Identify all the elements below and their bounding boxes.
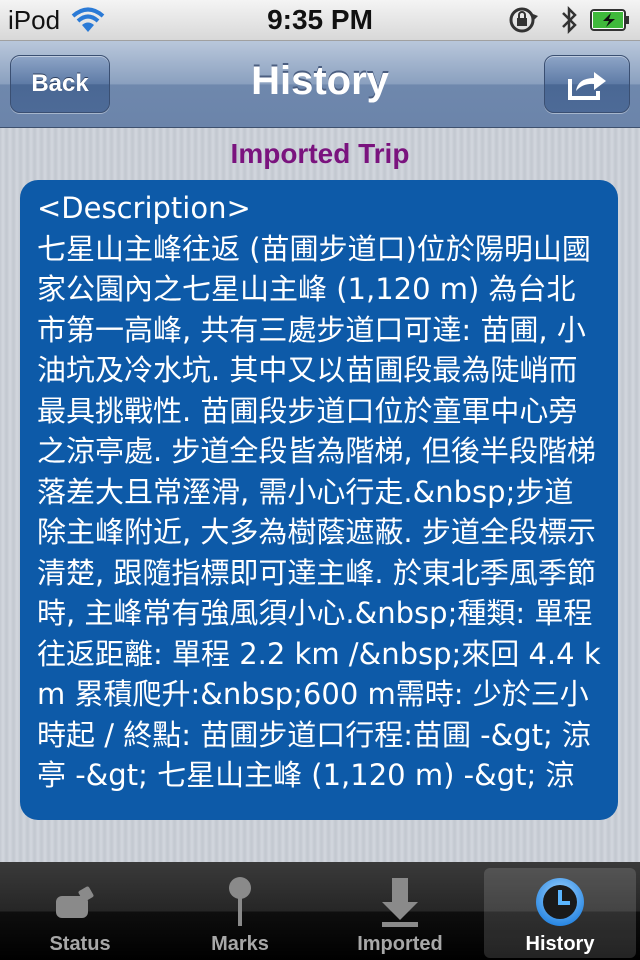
navigation-bar: Back History — [0, 41, 640, 128]
rotation-lock-icon — [509, 7, 538, 33]
content-area: Imported Trip <Description> 七星山主峰往返 (苗圃步… — [0, 128, 640, 862]
status-icon — [56, 886, 94, 918]
tab-marks[interactable]: Marks — [160, 862, 320, 960]
pin-icon — [229, 877, 251, 926]
section-title: Imported Trip — [230, 138, 410, 169]
tab-history[interactable]: History — [480, 862, 640, 960]
bluetooth-icon — [562, 5, 577, 35]
battery-icon — [590, 9, 629, 31]
tab-status[interactable]: Status — [0, 862, 160, 960]
download-arrow-icon — [382, 878, 418, 927]
share-button[interactable] — [544, 55, 630, 113]
status-time: 9:35 PM — [267, 4, 373, 35]
tab-label-status: Status — [49, 933, 111, 955]
description-text: <Description> 七星山主峰往返 (苗圃步道口)位於陽明山國家公園內之… — [37, 191, 601, 792]
description-text-view[interactable]: <Description> 七星山主峰往返 (苗圃步道口)位於陽明山國家公園內之… — [20, 180, 618, 820]
tab-bar: Status Marks Imported History — [0, 862, 640, 960]
clock-icon — [536, 878, 584, 926]
tab-imported[interactable]: Imported — [320, 862, 480, 960]
tab-label-marks: Marks — [211, 933, 269, 955]
tab-label-imported: Imported — [357, 933, 443, 955]
share-icon — [568, 72, 606, 100]
status-bar: iPod 9:35 PM — [0, 0, 640, 41]
tab-label-history: History — [525, 933, 595, 955]
